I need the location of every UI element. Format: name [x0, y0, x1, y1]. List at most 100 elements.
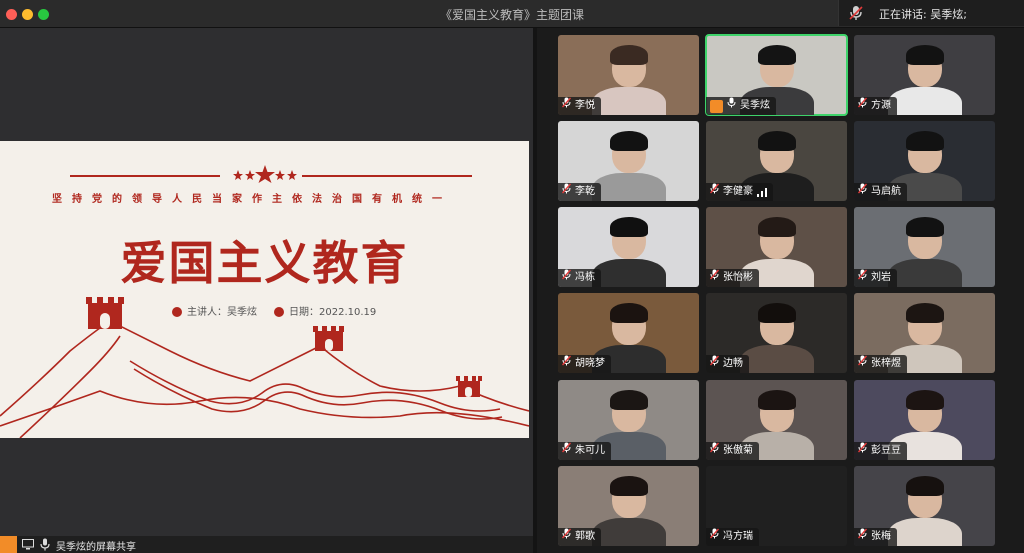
mic-muted-icon — [858, 97, 867, 115]
participant-video-hair — [906, 217, 944, 237]
participant-tile[interactable]: 张梅 — [854, 466, 995, 546]
participant-video-body — [740, 345, 814, 373]
participant-tile[interactable]: 张怡彬 — [706, 207, 847, 287]
participant-video-hair — [610, 131, 648, 151]
mic-muted-icon — [858, 355, 867, 373]
participant-gallery: 李悦 吴季炫 方源李乾 李健豪 马启航冯栋 张怡彬 刘岩胡晓梦 边畅 张梓煜朱可儿 张傲菊 彭豆豆郭… — [537, 28, 1024, 553]
active-speaker-indicator: 正在讲话: 吴季炫; — [838, 0, 1024, 26]
mic-muted-icon — [849, 6, 863, 20]
slide-stars-icon — [233, 165, 297, 183]
participant-tile[interactable]: 张傲菊 — [706, 380, 847, 460]
participant-video-hair — [906, 303, 944, 323]
participant-video-hair — [906, 131, 944, 151]
participant-name: 刘岩 — [871, 272, 891, 283]
screen-share-icon[interactable] — [22, 539, 34, 550]
participant-name-tag: 张怡彬 — [706, 269, 759, 287]
participant-tile[interactable]: 朱可儿 — [558, 380, 699, 460]
participant-tile[interactable]: 张梓煜 — [854, 293, 995, 373]
participant-name-tag: 方源 — [854, 97, 897, 115]
participant-video-hair — [610, 45, 648, 65]
participant-name: 张梓煜 — [871, 358, 901, 369]
participant-video-hair — [906, 45, 944, 65]
participant-video-hair — [610, 390, 648, 410]
participant-tile[interactable]: 李乾 — [558, 121, 699, 201]
mic-muted-icon — [562, 528, 571, 546]
participant-name: 李健豪 — [723, 186, 753, 197]
microphone-icon[interactable] — [40, 538, 50, 551]
participant-name: 马启航 — [871, 186, 901, 197]
participant-name: 胡晓梦 — [575, 358, 605, 369]
participant-name-tag: 刘岩 — [854, 269, 897, 287]
participant-name-tag: 吴季炫 — [706, 97, 776, 115]
participant-tile[interactable]: 方源 — [854, 35, 995, 115]
participant-name-tag: 朱可儿 — [558, 442, 611, 460]
participant-video-body — [592, 173, 666, 201]
participant-name-tag: 边畅 — [706, 355, 749, 373]
participant-name: 彭豆豆 — [871, 445, 901, 456]
participant-name-tag: 李悦 — [558, 97, 601, 115]
participant-video-hair — [906, 476, 944, 496]
signal-strength-icon — [757, 187, 767, 197]
slide-title: 爱国主义教育 — [120, 236, 409, 290]
bottom-status-bar: 吴季炫的屏幕共享 — [0, 536, 533, 553]
participant-video-hair — [758, 131, 796, 151]
mic-muted-icon — [858, 183, 867, 201]
participant-name-tag: 张梅 — [854, 528, 897, 546]
participant-name: 李悦 — [575, 100, 595, 111]
participant-name: 冯方瑞 — [723, 531, 753, 542]
participant-name-tag: 郭歌 — [558, 528, 601, 546]
shared-slide: 坚持党的领导人民当家作主依法治国有机统一 爱国主义教育 主讲人：吴季炫 日期：2… — [0, 141, 529, 438]
participant-video-body — [592, 518, 666, 546]
mic-icon — [727, 97, 736, 115]
participant-name-tag: 张傲菊 — [706, 442, 759, 460]
participant-name-tag: 张梓煜 — [854, 355, 907, 373]
slide-rule-right — [302, 175, 472, 177]
participant-name-tag: 李健豪 — [706, 183, 773, 201]
participant-video-hair — [758, 390, 796, 410]
participant-tile[interactable]: 彭豆豆 — [854, 380, 995, 460]
participant-tile[interactable]: 刘岩 — [854, 207, 995, 287]
participant-video-body — [888, 259, 962, 287]
mic-muted-icon — [710, 355, 719, 373]
participant-name: 朱可儿 — [575, 445, 605, 456]
slide-subtitle: 坚持党的领导人民当家作主依法治国有机统一 — [52, 194, 452, 205]
participant-video-hair — [758, 45, 796, 65]
mic-muted-icon — [562, 183, 571, 201]
mic-muted-icon — [562, 269, 571, 287]
participant-name: 李乾 — [575, 186, 595, 197]
participant-name: 张傲菊 — [723, 445, 753, 456]
mic-muted-icon — [710, 528, 719, 546]
host-icon — [710, 99, 723, 113]
participant-tile[interactable]: 马启航 — [854, 121, 995, 201]
screen-share-label: 吴季炫的屏幕共享 — [56, 542, 136, 553]
participant-tile[interactable]: 冯栋 — [558, 207, 699, 287]
participant-video-hair — [610, 476, 648, 496]
participant-name: 边畅 — [723, 358, 743, 369]
mic-muted-icon — [858, 442, 867, 460]
mic-muted-icon — [562, 355, 571, 373]
participant-name-tag: 彭豆豆 — [854, 442, 907, 460]
participant-name-tag: 李乾 — [558, 183, 601, 201]
participant-name-tag: 冯方瑞 — [706, 528, 759, 546]
participant-tile[interactable]: 冯方瑞 — [706, 466, 847, 546]
participant-video-hair — [906, 390, 944, 410]
participant-name-tag: 马启航 — [854, 183, 907, 201]
participant-tile[interactable]: 边畅 — [706, 293, 847, 373]
mic-muted-icon — [710, 183, 719, 201]
participant-name-tag: 胡晓梦 — [558, 355, 611, 373]
participant-tile[interactable]: 郭歌 — [558, 466, 699, 546]
mic-muted-icon — [858, 269, 867, 287]
participant-name: 方源 — [871, 100, 891, 111]
participant-tile[interactable]: 李健豪 — [706, 121, 847, 201]
participant-video-body — [592, 259, 666, 287]
mic-muted-icon — [710, 269, 719, 287]
speaking-label: 正在讲话: 吴季炫; — [879, 8, 967, 21]
participant-tile[interactable]: 吴季炫 — [705, 34, 848, 116]
participant-video-body — [888, 87, 962, 115]
participant-tile[interactable]: 胡晓梦 — [558, 293, 699, 373]
participant-name: 张怡彬 — [723, 272, 753, 283]
mic-muted-icon — [710, 442, 719, 460]
participant-tile[interactable]: 李悦 — [558, 35, 699, 115]
participant-name-tag: 冯栋 — [558, 269, 601, 287]
great-wall-illustration — [0, 297, 529, 438]
